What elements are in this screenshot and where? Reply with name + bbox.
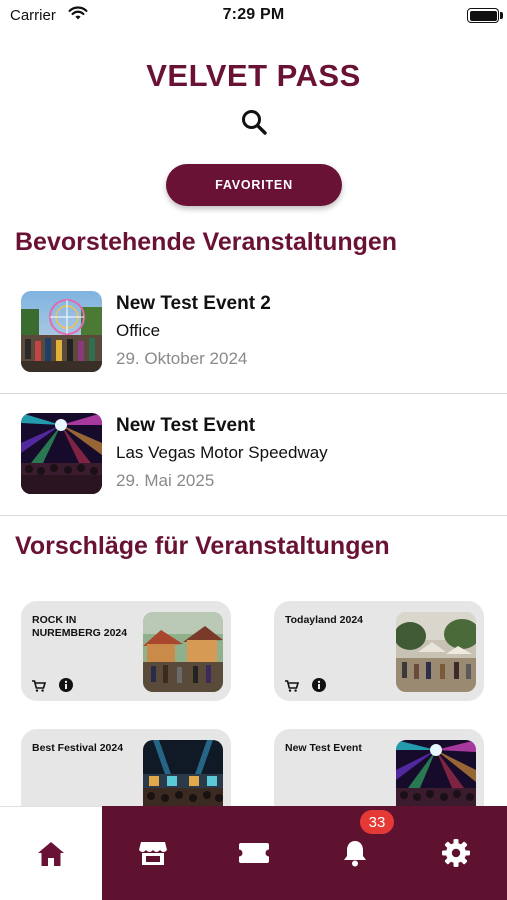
event-venue: Las Vegas Motor Speedway <box>116 443 328 462</box>
suggestions-section-title: Vorschläge für Veranstaltungen <box>15 532 390 560</box>
suggestion-name: Todayland 2024 <box>285 614 364 626</box>
search-button[interactable] <box>238 106 270 138</box>
upcoming-section-title: Bevorstehende Veranstaltungen <box>15 228 398 256</box>
battery-icon <box>467 8 499 23</box>
tab-settings[interactable] <box>405 806 506 900</box>
tab-bar-background <box>102 806 507 900</box>
event-venue: Office <box>116 321 161 340</box>
suggestion-name: ROCK IN NUREMBERG 2024 <box>32 614 128 639</box>
clock: 7:29 PM <box>222 6 285 23</box>
upcoming-event-row[interactable]: New Test Event 2 Office 29. Oktober 2024 <box>0 272 507 394</box>
search-icon <box>242 110 267 135</box>
tab-shop[interactable] <box>102 806 203 900</box>
event-name: New Test Event 2 <box>116 293 271 314</box>
suggestion-card[interactable]: Todayland 2024 <box>274 601 484 701</box>
suggestion-card[interactable]: ROCK IN NUREMBERG 2024 <box>21 601 231 701</box>
upcoming-event-row[interactable]: New Test Event Las Vegas Motor Speedway … <box>0 394 507 516</box>
favorites-button[interactable]: FAVORITEN <box>166 164 342 206</box>
event-date: 29. Mai 2025 <box>116 471 215 490</box>
status-bar: Carrier 7:29 PM <box>0 0 507 30</box>
info-icon[interactable] <box>59 678 73 692</box>
suggestion-name: Best Festival 2024 <box>32 742 124 754</box>
event-thumbnail <box>21 413 102 494</box>
suggestion-image <box>143 612 223 692</box>
notification-badge: 33 <box>360 810 394 834</box>
suggestion-name: New Test Event <box>285 742 362 754</box>
bottom-tab-bar <box>0 806 507 900</box>
info-icon[interactable] <box>312 678 326 692</box>
event-thumbnail <box>21 291 102 372</box>
ticket-icon <box>238 843 269 863</box>
cart-icon[interactable] <box>32 679 47 692</box>
tab-home[interactable] <box>0 806 102 900</box>
event-name: New Test Event <box>116 415 256 436</box>
suggestion-image <box>396 612 476 692</box>
app-title: VELVET PASS <box>146 58 361 93</box>
store-icon <box>138 842 167 865</box>
battery-tip <box>500 12 503 19</box>
event-date: 29. Oktober 2024 <box>116 349 248 368</box>
tab-tickets[interactable] <box>203 806 304 900</box>
bell-icon <box>343 841 366 867</box>
cart-icon[interactable] <box>285 679 300 692</box>
gear-icon <box>441 839 470 867</box>
home-icon <box>38 841 64 866</box>
